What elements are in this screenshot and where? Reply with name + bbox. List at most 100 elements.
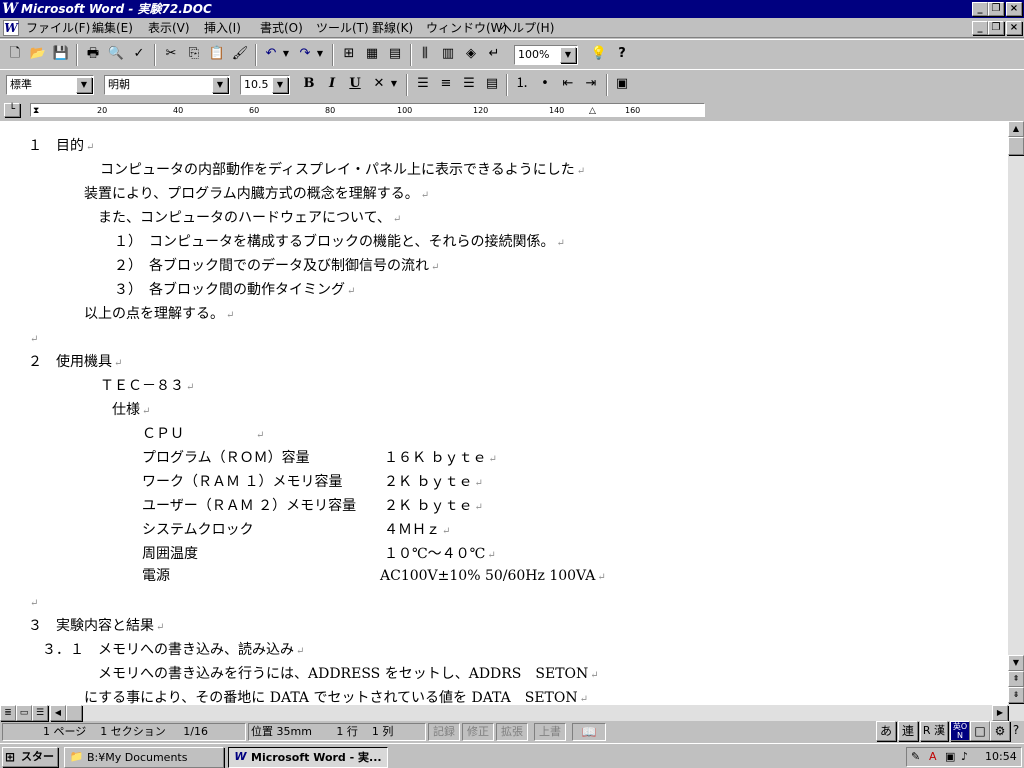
status-ovr[interactable]: 上書 [534, 723, 566, 741]
menu-view[interactable]: 表示(V) [148, 20, 190, 36]
menu-help[interactable]: ヘルプ(H) [500, 20, 554, 36]
menu-window[interactable]: ウィンドウ(W) [426, 20, 507, 36]
ime-english-button[interactable]: 英ON [950, 721, 970, 741]
left-indent-marker-icon[interactable]: ⧗ [33, 104, 39, 118]
ime-help-icon[interactable]: ? [1008, 721, 1024, 741]
bold-button[interactable]: B [298, 74, 320, 96]
copy-icon[interactable]: ⎘ [183, 44, 205, 66]
doc-close-button[interactable]: × [1006, 21, 1022, 35]
cut-icon[interactable]: ✂ [160, 44, 182, 66]
doc-minimize-button[interactable]: _ [972, 21, 988, 35]
menu-format[interactable]: 書式(O) [260, 20, 303, 36]
menu-insert[interactable]: 挿入(I) [204, 20, 241, 36]
scroll-thumb[interactable] [1008, 137, 1024, 155]
menu-file[interactable]: ファイル(F) [26, 20, 90, 36]
align-left-icon[interactable]: ☰ [412, 74, 434, 96]
insert-table-icon[interactable]: ▦ [361, 44, 383, 66]
normal-view-icon[interactable]: ≣ [0, 705, 16, 721]
tray-volume-icon[interactable]: ♪ [961, 750, 968, 763]
vertical-scrollbar[interactable]: ▲ ▼ ⇞ ⇟ [1008, 121, 1024, 705]
restore-button[interactable]: ❐ [988, 2, 1004, 16]
menu-table[interactable]: 罫線(K) [372, 20, 413, 36]
spelling-status-icon[interactable]: 📖 [572, 723, 606, 741]
ime-hiragana-button[interactable]: あ [876, 721, 896, 741]
font-size-select[interactable]: 10.5 ▼ [240, 75, 290, 95]
status-rec[interactable]: 記録 [428, 723, 460, 741]
next-page-icon[interactable]: ⇟ [1008, 687, 1024, 703]
spelling-icon[interactable]: ✓ [128, 44, 150, 66]
start-button[interactable]: ⊞ スタート [2, 747, 58, 767]
save-icon[interactable]: 💾 [50, 44, 72, 66]
print-icon[interactable]: 🖶 [82, 44, 104, 66]
emphasis-icon[interactable]: ✕ [368, 74, 390, 96]
zoom-select[interactable]: 100% ▼ [514, 45, 578, 65]
ime-mode-button[interactable]: 連 [898, 721, 918, 741]
scroll-left-icon[interactable]: ◀ [50, 705, 66, 721]
tray-display-icon[interactable]: ▣ [945, 750, 955, 763]
outline-view-icon[interactable]: ☰ [32, 705, 48, 721]
underline-button[interactable]: U [344, 74, 366, 96]
horizontal-scrollbar[interactable]: ≣ ▭ ☰ ◀ ▶ [0, 705, 1024, 721]
decrease-indent-icon[interactable]: ⇤ [557, 74, 579, 96]
scroll-down-icon[interactable]: ▼ [1008, 655, 1024, 671]
tray-pen-icon[interactable]: ✎ [911, 750, 920, 763]
open-folder-icon[interactable]: 📂 [27, 44, 49, 66]
minimize-button[interactable]: _ [972, 2, 988, 16]
align-center-icon[interactable]: ≡ [435, 74, 457, 96]
undo-icon[interactable]: ↶ [260, 44, 282, 66]
ime-kanji-button[interactable]: R 漢 [920, 721, 948, 741]
layout-view-icon[interactable]: ▭ [16, 705, 32, 721]
horizontal-ruler[interactable]: └ 20 40 60 80 100 120 140 160 ⧗ △ [0, 100, 1024, 120]
doc-restore-button[interactable]: ❐ [988, 21, 1004, 35]
status-ext[interactable]: 拡張 [496, 723, 528, 741]
help-icon[interactable]: ? [611, 44, 633, 66]
style-select[interactable]: 標準 ▼ [6, 75, 94, 95]
chevron-down-icon[interactable]: ▼ [560, 47, 576, 63]
ime-pad-icon[interactable]: □ [970, 721, 990, 741]
menu-edit[interactable]: 編集(E) [92, 20, 133, 36]
document-icon[interactable]: W [3, 20, 19, 36]
bullets-icon[interactable]: • [534, 74, 556, 96]
char-border-icon[interactable]: ▣ [611, 74, 633, 96]
document-page[interactable]: １ 目的 ↵ コンピュータの内部動作をディスプレイ・パネル上に表示できるようにした ↵… [0, 121, 1008, 705]
new-document-icon[interactable]: 🗋 [4, 44, 26, 66]
previous-page-icon[interactable]: ⇞ [1008, 671, 1024, 687]
drawing-icon[interactable]: ▥ [437, 44, 459, 66]
scroll-right-icon[interactable]: ▶ [992, 705, 1008, 721]
numbering-icon[interactable]: ⒈ [511, 74, 533, 96]
word-app-icon[interactable]: W [2, 1, 18, 17]
redo-dropdown-icon[interactable]: ▼ [314, 44, 326, 66]
undo-dropdown-icon[interactable]: ▼ [280, 44, 292, 66]
hscroll-thumb[interactable] [66, 705, 82, 721]
task-word[interactable]: W Microsoft Word - 実... [228, 747, 388, 768]
print-preview-icon[interactable]: 🔍 [105, 44, 127, 66]
font-select[interactable]: 明朝 ▼ [104, 75, 230, 95]
document-map-icon[interactable]: ◈ [460, 44, 482, 66]
columns-icon[interactable]: ⫼ [414, 44, 436, 66]
paste-icon[interactable]: 📋 [206, 44, 228, 66]
distributed-icon[interactable]: ▤ [481, 74, 503, 96]
increase-indent-icon[interactable]: ⇥ [580, 74, 602, 96]
ruler-strip[interactable]: 20 40 60 80 100 120 140 160 ⧗ △ [30, 103, 705, 117]
tray-ime-icon[interactable]: A [929, 750, 937, 763]
insert-excel-icon[interactable]: ▤ [384, 44, 406, 66]
emphasis-dropdown-icon[interactable]: ▼ [388, 74, 400, 96]
align-right-icon[interactable]: ☰ [458, 74, 480, 96]
chevron-down-icon[interactable]: ▼ [212, 77, 228, 93]
title-bar[interactable]: W Microsoft Word - 実験72.DOC _ ❐ × [0, 0, 1024, 18]
close-button[interactable]: × [1006, 2, 1022, 16]
format-painter-icon[interactable]: 🖌 [229, 44, 251, 66]
office-assistant-icon[interactable]: 💡 [588, 44, 610, 66]
right-indent-marker-icon[interactable]: △ [589, 104, 596, 118]
chevron-down-icon[interactable]: ▼ [272, 77, 288, 93]
redo-icon[interactable]: ↷ [294, 44, 316, 66]
ime-tool-icon[interactable]: ⚙ [990, 721, 1010, 741]
show-hide-icon[interactable]: ↵ [483, 44, 505, 66]
hyperlink-icon[interactable]: ⊞ [338, 44, 360, 66]
chevron-down-icon[interactable]: ▼ [76, 77, 92, 93]
task-my-documents[interactable]: 📁 B:¥My Documents [64, 747, 224, 768]
menu-tools[interactable]: ツール(T) [316, 20, 369, 36]
tab-selector-icon[interactable]: └ [4, 103, 20, 117]
scroll-up-icon[interactable]: ▲ [1008, 121, 1024, 137]
status-trk[interactable]: 修正 [462, 723, 494, 741]
